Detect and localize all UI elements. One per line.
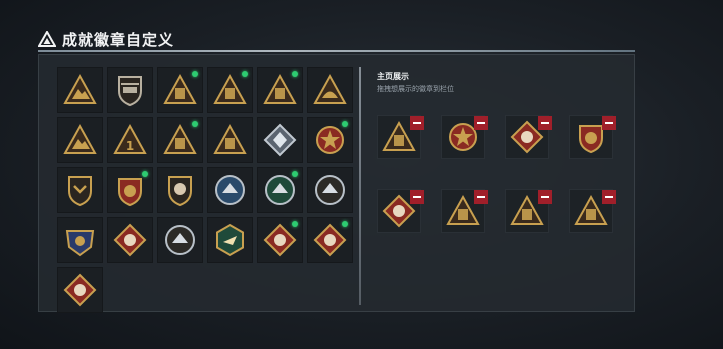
badge-item[interactable] <box>157 117 203 163</box>
badge-item[interactable] <box>157 167 203 213</box>
remove-button[interactable] <box>410 190 424 204</box>
remove-button[interactable] <box>474 190 488 204</box>
minus-icon <box>605 196 613 198</box>
minus-icon <box>413 122 421 124</box>
minus-icon <box>413 196 421 198</box>
header-divider <box>38 50 635 52</box>
badge-item[interactable] <box>307 117 353 163</box>
badge-item[interactable] <box>307 167 353 213</box>
badge-item[interactable] <box>307 217 353 263</box>
eagle-star-shield-badge-icon <box>118 178 142 207</box>
badge-item[interactable] <box>307 67 353 113</box>
showcase-slots <box>377 115 616 233</box>
showcase-hint: 拖拽想展示的徽章到栏位 <box>377 85 454 93</box>
showcase-slot[interactable] <box>377 189 424 233</box>
mountain-triangle-badge-icon <box>63 73 97 104</box>
badge-item[interactable] <box>157 67 203 113</box>
badge-panel: 1 主页展示 拖拽想展示的徽章到栏位 <box>38 54 635 313</box>
green-eagle-round-badge-icon <box>265 175 295 205</box>
badge-item[interactable] <box>157 217 203 263</box>
badge-grid: 1 <box>57 67 353 313</box>
new-indicator-dot <box>242 71 248 77</box>
new-indicator-dot <box>192 121 198 127</box>
plane-hexagon-badge-icon <box>216 223 244 257</box>
showcase-slot[interactable] <box>569 115 616 159</box>
new-indicator-dot <box>342 121 348 127</box>
badge-item[interactable]: 1 <box>107 117 153 163</box>
remove-button[interactable] <box>538 190 552 204</box>
minus-icon <box>477 122 485 124</box>
dragon-diamond-badge-icon <box>313 223 347 257</box>
showcase-slot[interactable] <box>441 189 488 233</box>
vest-triangle-badge-icon <box>213 73 247 104</box>
badge-item[interactable] <box>107 217 153 263</box>
new-indicator-dot <box>342 221 348 227</box>
minus-icon <box>605 122 613 124</box>
badge-item[interactable] <box>107 67 153 113</box>
chevron-shield-badge-icon <box>68 176 92 207</box>
star-cross-medal-badge-icon <box>316 126 344 154</box>
badge-item[interactable] <box>257 67 303 113</box>
badge-item[interactable] <box>207 67 253 113</box>
dagger-round-badge-icon <box>315 175 345 205</box>
new-indicator-dot <box>292 71 298 77</box>
remove-button[interactable] <box>410 116 424 130</box>
runner-diamond-badge-icon <box>63 273 97 307</box>
badge-item[interactable] <box>207 117 253 163</box>
svg-text:1: 1 <box>126 139 134 153</box>
remove-button[interactable] <box>538 116 552 130</box>
remove-button[interactable] <box>474 116 488 130</box>
badge-item[interactable] <box>57 167 103 213</box>
dragon-diamond-badge-icon <box>263 223 297 257</box>
new-indicator-dot <box>292 171 298 177</box>
blue-eagle-round-badge-icon <box>215 175 245 205</box>
badge-item[interactable] <box>207 167 253 213</box>
new-indicator-dot <box>292 221 298 227</box>
badge-item[interactable] <box>257 217 303 263</box>
showcase-title: 主页展示 <box>377 72 409 81</box>
gold-eagle-crest-badge-icon <box>65 230 95 257</box>
badge-item[interactable] <box>57 117 103 163</box>
helicopter-shield-badge-icon <box>118 76 142 107</box>
number-one-triangle-badge-icon: 1 <box>113 123 147 154</box>
new-indicator-dot <box>192 71 198 77</box>
badge-item[interactable] <box>257 117 303 163</box>
triangle-emblem-icon <box>38 31 56 47</box>
minus-icon <box>541 196 549 198</box>
showcase-slot[interactable] <box>505 189 552 233</box>
showcase-slot[interactable] <box>441 115 488 159</box>
panel-divider <box>359 67 361 305</box>
badge-item[interactable] <box>57 67 103 113</box>
remove-button[interactable] <box>602 190 616 204</box>
wolf-round-badge-icon <box>165 225 195 255</box>
minus-icon <box>541 122 549 124</box>
new-indicator-dot <box>142 171 148 177</box>
helmet-triangle-badge-icon <box>313 73 347 104</box>
badge-item[interactable] <box>207 217 253 263</box>
beast-diamond-badge-icon <box>113 223 147 257</box>
lion-shield-badge-icon <box>168 176 192 207</box>
ammo-triangle-badge-icon <box>163 123 197 154</box>
showcase-slot[interactable] <box>377 115 424 159</box>
badge-item[interactable] <box>257 167 303 213</box>
showcase-slot[interactable] <box>569 189 616 233</box>
remove-button[interactable] <box>602 116 616 130</box>
backpack-triangle-badge-icon <box>163 73 197 104</box>
badge-item[interactable] <box>107 167 153 213</box>
badge-item[interactable] <box>57 267 103 313</box>
wolf-triangle-badge-icon <box>63 123 97 154</box>
page-header: 成就徽章自定义 <box>38 26 635 52</box>
page-title: 成就徽章自定义 <box>62 30 175 49</box>
pack-triangle-badge-icon <box>263 73 297 104</box>
badge-item[interactable] <box>57 217 103 263</box>
showcase-slot[interactable] <box>505 115 552 159</box>
armor-triangle-badge-icon <box>213 123 247 154</box>
minus-icon <box>477 196 485 198</box>
crystal-diamond-badge-icon <box>263 123 297 157</box>
